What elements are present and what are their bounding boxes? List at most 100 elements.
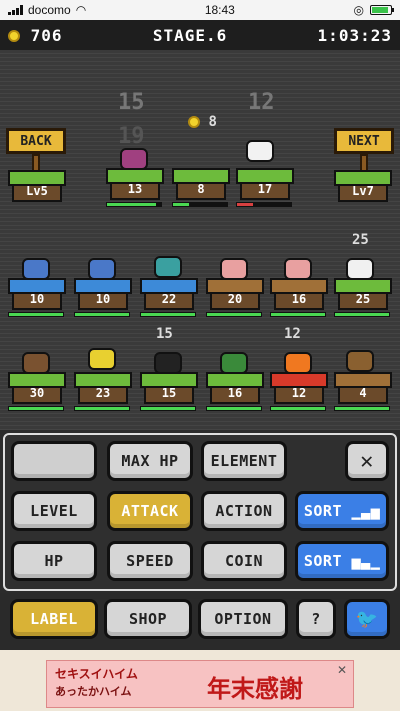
- top-island-right[interactable]: 17: [236, 168, 294, 202]
- sort-descending-button[interactable]: SORT ▅▃▁: [295, 541, 389, 581]
- clock: 18:43: [204, 3, 235, 17]
- monster-bird[interactable]: [88, 348, 116, 370]
- attack-button[interactable]: ATTACK: [107, 491, 193, 531]
- monster-lizard[interactable]: [220, 352, 248, 374]
- badge-count: 25: [352, 232, 369, 248]
- attack-value: 13: [127, 182, 143, 196]
- island-2-6[interactable]: 25: [334, 278, 392, 312]
- hp-bar: [172, 202, 228, 207]
- island-3-4[interactable]: 16: [206, 372, 264, 406]
- boss-count: 19: [118, 124, 145, 149]
- ascending-bars-icon: ▁▃▅: [351, 502, 381, 520]
- sort-panel: MAX HP ELEMENT ✕ LEVEL ATTACK ACTION SOR…: [3, 433, 397, 591]
- ad-headline: 年末感謝: [207, 675, 303, 703]
- coin-sort-button[interactable]: COIN: [201, 541, 287, 581]
- badge-count: 12: [284, 326, 301, 342]
- monster-rabbit[interactable]: [246, 140, 274, 162]
- island-2-1[interactable]: 10: [8, 278, 66, 312]
- max-hp-button[interactable]: MAX HP: [107, 441, 193, 481]
- ad-line-1: セキスイハイム: [55, 667, 138, 681]
- monster-boss[interactable]: [120, 148, 148, 170]
- island-2-3[interactable]: 22: [140, 278, 198, 312]
- hp-bar: [74, 312, 130, 317]
- hp-bar: [206, 312, 262, 317]
- coin-count: 706: [30, 25, 63, 45]
- status-bar: docomo ◠ 18:43 ◎: [0, 0, 400, 20]
- hp-bar: [206, 406, 262, 411]
- play-timer: 1:03:23: [317, 25, 392, 45]
- monster-stump[interactable]: [346, 350, 374, 372]
- bottom-toolbar: LABEL SHOP OPTION ? 🐦: [0, 593, 400, 650]
- badge-count: 15: [156, 326, 173, 342]
- speed-button[interactable]: SPEED: [107, 541, 193, 581]
- hp-bar: [8, 312, 64, 317]
- monster-mole[interactable]: [220, 258, 248, 280]
- bird-icon: 🐦: [355, 608, 379, 630]
- signal-icon: [8, 5, 23, 15]
- close-panel-button[interactable]: ✕: [345, 441, 389, 481]
- monster-bomb[interactable]: [154, 352, 182, 374]
- hp-button[interactable]: HP: [11, 541, 97, 581]
- hp-bar: [8, 406, 64, 411]
- back-button[interactable]: BACK: [6, 128, 66, 154]
- monster-skull[interactable]: [346, 258, 374, 280]
- monster-mole[interactable]: [284, 258, 312, 280]
- ad-line-2: あったかハイム: [55, 685, 132, 698]
- island-3-6[interactable]: 4: [334, 372, 392, 406]
- enemy-count-right: 12: [248, 90, 275, 115]
- top-island-left[interactable]: 13: [106, 168, 164, 202]
- island-2-5[interactable]: 16: [270, 278, 328, 312]
- back-level-label: Lv5: [26, 184, 48, 198]
- island-2-2[interactable]: 10: [74, 278, 132, 312]
- hp-bar: [334, 312, 390, 317]
- monster-shark[interactable]: [22, 258, 50, 280]
- island-3-2[interactable]: 23: [74, 372, 132, 406]
- hp-bar: [270, 312, 326, 317]
- coin-counter: 706: [8, 26, 63, 45]
- battery-icon: [369, 5, 394, 15]
- level-button[interactable]: LEVEL: [11, 491, 97, 531]
- twitter-button[interactable]: 🐦: [344, 599, 390, 639]
- status-right: ◎: [354, 3, 394, 17]
- label-button[interactable]: LABEL: [10, 599, 98, 639]
- hp-bar: [74, 406, 130, 411]
- next-level-label: Lv7: [352, 184, 374, 198]
- hp-bar: [270, 406, 326, 411]
- next-stage-island[interactable]: Lv7: [334, 170, 392, 204]
- monster-shark[interactable]: [88, 258, 116, 280]
- action-button[interactable]: ACTION: [201, 491, 287, 531]
- island-3-5[interactable]: 12: [270, 372, 328, 406]
- close-icon: ✕: [360, 448, 374, 474]
- shop-button[interactable]: SHOP: [104, 599, 192, 639]
- sort-ascending-button[interactable]: SORT ▁▃▅: [295, 491, 389, 531]
- status-left: docomo ◠: [8, 3, 86, 17]
- island-3-3[interactable]: 15: [140, 372, 198, 406]
- game-hud: 706 STAGE.6 1:03:23: [0, 20, 400, 50]
- monster-field: 15 12 19 8 BACK Lv5 NEXT Lv7 13 8 17 25: [0, 50, 400, 430]
- ad-close-button[interactable]: ✕: [337, 663, 347, 677]
- coin-icon: [8, 30, 20, 42]
- empty-slot-button[interactable]: [11, 441, 97, 481]
- option-button[interactable]: OPTION: [198, 599, 288, 639]
- monster-flame[interactable]: [284, 352, 312, 374]
- hp-bar: [236, 202, 292, 207]
- enemy-count-left: 15: [118, 90, 145, 115]
- element-button[interactable]: ELEMENT: [201, 441, 287, 481]
- wifi-icon: ◠: [75, 3, 87, 17]
- monster-bear[interactable]: [22, 352, 50, 374]
- coin-value: 8: [197, 182, 205, 196]
- next-button[interactable]: NEXT: [334, 128, 394, 154]
- island-2-4[interactable]: 20: [206, 278, 264, 312]
- center-reward: 8: [188, 114, 217, 130]
- monster-serpent[interactable]: [154, 256, 182, 278]
- attack-value: 17: [257, 182, 273, 196]
- hp-bar: [334, 406, 390, 411]
- carrier-label: docomo: [28, 3, 71, 17]
- ad-content[interactable]: セキスイハイム あったかハイム 年末感謝 ✕: [46, 660, 354, 708]
- top-island-center[interactable]: 8: [172, 168, 230, 202]
- back-stage-island[interactable]: Lv5: [8, 170, 66, 204]
- hp-bar: [106, 202, 162, 207]
- help-button[interactable]: ?: [296, 599, 336, 639]
- ad-banner[interactable]: セキスイハイム あったかハイム 年末感謝 ✕: [0, 650, 400, 711]
- island-3-1[interactable]: 30: [8, 372, 66, 406]
